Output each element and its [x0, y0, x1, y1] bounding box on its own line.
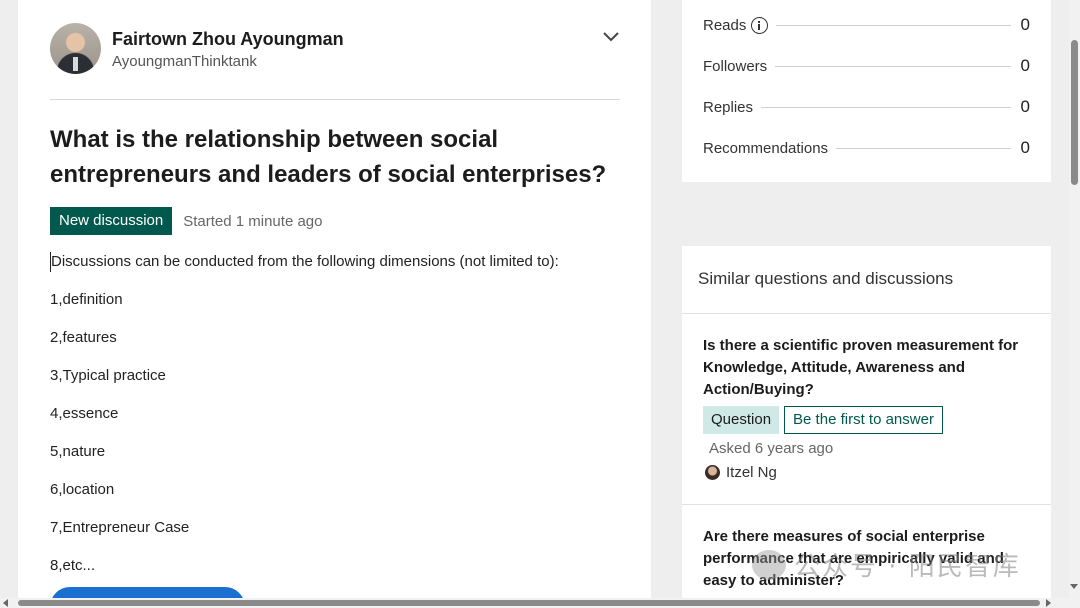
stat-value: 0 — [1020, 56, 1030, 75]
author-avatar[interactable] — [50, 23, 101, 74]
stat-followers: Followers 0 — [703, 56, 1030, 76]
question-title: What is the relationship between social … — [50, 126, 607, 188]
author-header: Fairtown Zhou Ayoungman AyoungmanThinkta… — [50, 23, 620, 75]
list-item: 4,essence — [50, 405, 119, 422]
horizontal-scrollbar-thumb[interactable] — [18, 600, 1040, 606]
stat-label: Reads — [703, 16, 747, 34]
asker-name[interactable]: Itzel Ng — [726, 464, 777, 481]
started-time: Started 1 minute ago — [183, 212, 323, 230]
similar-question-title[interactable]: Is there a scientific proven measurement… — [703, 335, 1033, 401]
list-item: 5,nature — [50, 443, 106, 460]
list-item: 2,features — [50, 329, 117, 346]
question-body: Discussions can be conducted from the fo… — [50, 252, 630, 576]
watermark: 公众号 · 阳民智库 — [752, 546, 1021, 583]
divider — [682, 313, 1051, 314]
asker[interactable]: Itzel Ng — [705, 464, 777, 481]
stat-label: Recommendations — [703, 139, 829, 157]
stat-label: Replies — [703, 98, 754, 116]
scroll-left-arrow-icon[interactable] — [3, 599, 8, 607]
author-name[interactable]: Fairtown Zhou Ayoungman — [112, 29, 344, 50]
question-type-badge: Question — [703, 406, 780, 434]
leader-line — [761, 106, 1011, 108]
question-tags: Question Be the first to answer — [703, 406, 943, 434]
status-row: New discussion Started 1 minute ago — [50, 207, 322, 235]
watermark-text: 公众号 · 阳民智库 — [794, 552, 1021, 582]
stat-value: 0 — [1020, 138, 1030, 157]
stats-card: Reads 0 Followers 0 Replies 0 Recommenda… — [682, 0, 1051, 182]
stat-replies: Replies 0 — [703, 97, 1030, 117]
stat-value: 0 — [1020, 15, 1030, 34]
vertical-scrollbar-thumb[interactable] — [1071, 40, 1078, 185]
chevron-down-icon[interactable] — [602, 31, 620, 43]
divider — [682, 504, 1051, 505]
list-item: 8,etc... — [50, 557, 96, 574]
status-badge: New discussion — [50, 207, 173, 235]
stat-recommendations: Recommendations 0 — [703, 138, 1030, 158]
asker-avatar — [705, 465, 720, 480]
similar-heading: Similar questions and discussions — [698, 269, 954, 288]
discussion-card: Fairtown Zhou Ayoungman AyoungmanThinkta… — [18, 0, 651, 608]
leader-line — [836, 147, 1011, 149]
scroll-down-arrow-icon[interactable] — [1070, 584, 1078, 589]
wechat-logo-icon — [752, 549, 786, 580]
scroll-right-arrow-icon[interactable] — [1046, 599, 1051, 607]
asked-time: Asked 6 years ago — [709, 440, 834, 457]
author-handle[interactable]: AyoungmanThinktank — [112, 53, 257, 70]
stat-reads: Reads 0 — [703, 15, 1030, 35]
list-item: 7,Entrepreneur Case — [50, 519, 190, 536]
stat-value: 0 — [1020, 97, 1030, 116]
list-item: 3,Typical practice — [50, 367, 166, 384]
leader-line — [776, 24, 1011, 26]
list-item: 1,definition — [50, 291, 123, 308]
header-divider — [50, 99, 620, 100]
list-item: 6,location — [50, 481, 115, 498]
answer-button[interactable]: Be the first to answer — [784, 406, 943, 434]
stat-label: Followers — [703, 57, 768, 75]
leader-line — [775, 65, 1011, 67]
body-intro: Discussions can be conducted from the fo… — [50, 252, 630, 272]
info-icon[interactable] — [751, 16, 769, 34]
